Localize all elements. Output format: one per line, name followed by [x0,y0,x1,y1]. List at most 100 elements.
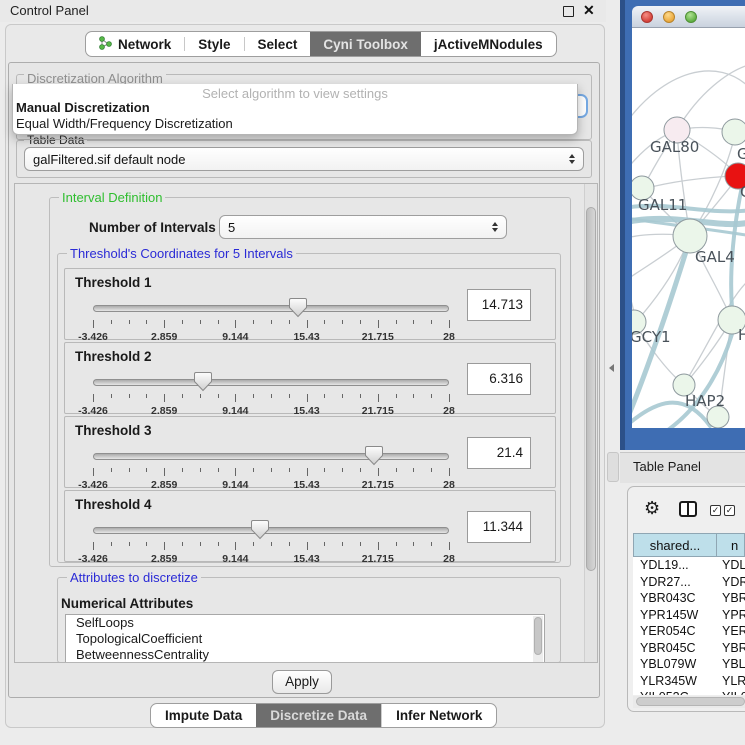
slider-tick [449,320,450,328]
algorithm-option[interactable]: Equal Width/Frequency Discretization [13,116,577,132]
tab-impute-data[interactable]: Impute Data [151,704,256,727]
numerical-attributes-list[interactable]: SelfLoopsTopologicalCoefficientBetweenne… [65,614,545,663]
control-panel-titlebar [0,0,606,22]
slider-tick [253,394,254,398]
slider-tick [431,542,432,546]
table-scrollbar-thumb[interactable] [636,697,745,706]
slider-tick [111,394,112,398]
checkbox-icon[interactable]: ✓ [710,505,721,516]
column-header-shared-name[interactable]: shared... [633,533,717,557]
slider-thumb[interactable] [193,371,213,392]
slider-tick [449,394,450,402]
slider-tick [182,394,183,398]
attributes-scrollbar[interactable] [533,616,543,663]
network-node-label: G. [737,145,745,163]
table-row[interactable]: YBR043CYBR0 [633,590,745,607]
cell-name[interactable]: YDL1 [717,558,745,572]
table-row[interactable]: YBR045CYBR0 [633,640,745,657]
threshold-value-field[interactable]: 11.344 [467,511,531,543]
tab-discretize-data[interactable]: Discretize Data [256,704,381,727]
slider-tick [182,468,183,472]
split-columns-icon[interactable] [679,501,697,517]
float-window-icon[interactable] [563,6,574,17]
slider-tick [324,542,325,546]
gear-icon[interactable]: ⚙ [644,498,660,519]
slider-track[interactable] [93,305,449,312]
slider-tick [164,542,165,550]
cell-name[interactable]: YBR0 [717,591,745,605]
tab-jactivemnodules[interactable]: jActiveMNodules [421,32,556,56]
slider-track[interactable] [93,453,449,460]
tab-cyni-toolbox[interactable]: Cyni Toolbox [310,32,421,56]
splitter-collapse-icon[interactable] [609,364,614,372]
column-header-name[interactable]: n [717,533,745,557]
slider-track[interactable] [93,527,449,534]
slider-tick [271,542,272,546]
table-data-combobox[interactable]: galFiltered.sif default node [24,147,584,171]
slider-tick [449,542,450,550]
minimize-traffic-light-icon[interactable] [663,11,675,23]
slider-tick [342,542,343,546]
cell-shared-name[interactable]: YBR045C [633,641,717,655]
cell-name[interactable]: YBL0 [717,657,745,671]
table-row[interactable]: YBL079WYBL0 [633,656,745,673]
settings-scrollbar-thumb[interactable] [586,207,596,571]
slider-thumb[interactable] [250,519,270,540]
slider-tick [164,468,165,476]
slider-tick [146,542,147,546]
network-canvas[interactable]: GAL80G.CGAL11GAL4GCY1HHAP2 [632,28,745,428]
threshold-value-field[interactable]: 21.4 [467,437,531,469]
cell-shared-name[interactable]: YER054C [633,624,717,638]
combo-spinner-icon [488,222,502,232]
slider-tick [235,542,236,550]
tab-network[interactable]: Network [86,32,184,56]
cell-name[interactable]: YLR3 [717,674,745,688]
apply-button[interactable]: Apply [272,670,332,694]
tab-jactivemnodules-label: jActiveMNodules [434,37,543,52]
cell-shared-name[interactable]: YBL079W [633,657,717,671]
cell-shared-name[interactable]: YDL19... [633,558,717,572]
attribute-item[interactable]: SelfLoops [66,615,544,631]
algorithm-dropdown-popup: Select algorithm to view settings Manual… [12,84,578,135]
tab-style[interactable]: Style [185,32,243,56]
network-node-g[interactable] [722,119,745,145]
close-traffic-light-icon[interactable] [641,11,653,23]
algorithm-option[interactable]: Manual Discretization [13,100,577,116]
attribute-item[interactable]: BetweennessCentrality [66,647,544,663]
tab-infer-network[interactable]: Infer Network [382,704,496,727]
slider-track[interactable] [93,379,449,386]
attribute-item[interactable]: TopologicalCoefficient [66,631,544,647]
table-row[interactable]: YDR27...YDR2 [633,574,745,591]
cell-name[interactable]: YER0 [717,624,745,638]
slider-thumb[interactable] [288,297,308,318]
number-of-intervals-combobox[interactable]: 5 [219,215,507,239]
splitter-handle[interactable] [607,452,619,482]
scrollbar-thumb[interactable] [534,617,542,655]
cell-shared-name[interactable]: YLR345W [633,674,717,688]
slider-tick [93,320,94,328]
cell-name[interactable]: YPR1 [717,608,745,622]
close-icon[interactable]: ✕ [583,2,595,19]
checkbox-icon[interactable]: ✓ [724,505,735,516]
table-row[interactable]: YLR345WYLR3 [633,673,745,690]
threshold-value-field[interactable]: 14.713 [467,289,531,321]
threshold-value-field[interactable]: 6.316 [467,363,531,395]
table-row[interactable]: YPR145WYPR1 [633,607,745,624]
cell-shared-name[interactable]: YPR145W [633,608,717,622]
table-row[interactable]: YER054CYER0 [633,623,745,640]
slider-tick [129,320,130,324]
cell-name[interactable]: YBR0 [717,641,745,655]
cell-shared-name[interactable]: YIL052C [633,690,717,695]
cell-shared-name[interactable]: YBR043C [633,591,717,605]
slider-thumb[interactable] [364,445,384,466]
cell-shared-name[interactable]: YDR27... [633,575,717,589]
network-window-titlebar[interactable] [632,6,745,28]
table-row[interactable]: YIL052CYIL0 [633,689,745,695]
cell-name[interactable]: YIL0 [717,690,745,695]
tab-select[interactable]: Select [245,32,311,56]
cell-name[interactable]: YDR2 [717,575,745,589]
zoom-traffic-light-icon[interactable] [685,11,697,23]
threshold-row: Threshold 1-3.4262.8599.14415.4321.71528… [64,268,556,340]
table-row[interactable]: YDL19...YDL1 [633,557,745,574]
algorithm-options: Manual DiscretizationEqual Width/Frequen… [13,100,577,132]
